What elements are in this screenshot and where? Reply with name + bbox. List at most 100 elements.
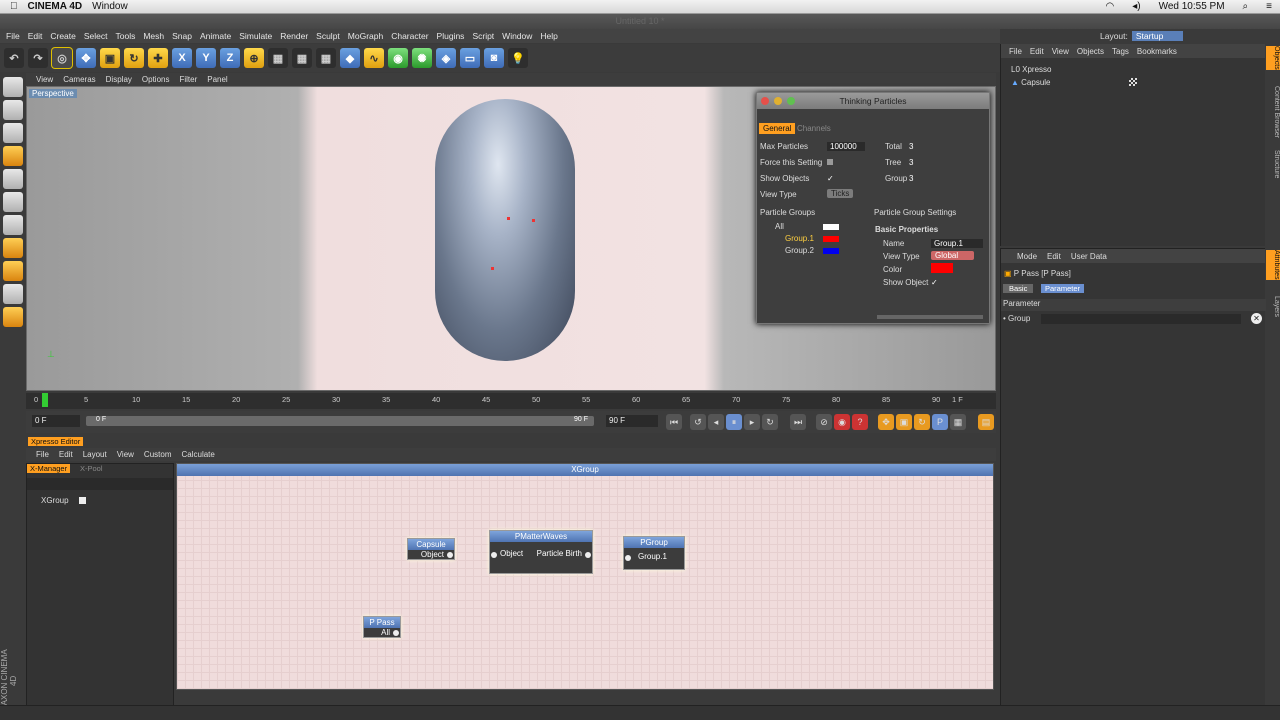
redo-icon[interactable]: ↷ xyxy=(28,48,48,68)
color-swatch[interactable] xyxy=(931,263,953,273)
minimize-icon[interactable] xyxy=(774,97,782,105)
group-1[interactable]: Group.1 xyxy=(785,234,814,243)
tab-layers[interactable]: Layers xyxy=(1266,296,1280,317)
start-frame-field[interactable]: 0 F xyxy=(32,415,80,427)
tab-x-manager[interactable]: X-Manager xyxy=(27,464,71,473)
window-menu[interactable]: Window xyxy=(92,1,128,12)
pool-item-xgroup[interactable]: XGroup xyxy=(41,496,69,505)
menu-select[interactable]: Select xyxy=(84,31,108,41)
max-particles-field[interactable]: 100000 xyxy=(827,142,865,151)
xp-menu-custom[interactable]: Custom xyxy=(144,450,172,459)
playhead[interactable] xyxy=(42,393,48,407)
menu-file[interactable]: File xyxy=(6,31,20,41)
list-icon[interactable]: ≡ xyxy=(1266,1,1272,12)
range-slider[interactable]: 0 F 90 F xyxy=(86,416,594,426)
clock[interactable]: Wed 10:55 PM xyxy=(1159,1,1225,12)
spline-icon[interactable]: ∿ xyxy=(364,48,384,68)
edges-mode-icon[interactable] xyxy=(3,192,23,212)
force-setting-checkbox[interactable] xyxy=(827,159,833,165)
group-link-field[interactable] xyxy=(1041,314,1241,324)
group-2[interactable]: Group.2 xyxy=(785,246,814,255)
parameter-key-icon[interactable]: P xyxy=(932,414,948,430)
xp-menu-view[interactable]: View xyxy=(117,450,134,459)
om-menu-file[interactable]: File xyxy=(1009,47,1022,56)
xp-menu-edit[interactable]: Edit xyxy=(59,450,73,459)
menu-tools[interactable]: Tools xyxy=(116,31,136,41)
polygons-mode-icon[interactable] xyxy=(3,215,23,235)
workplane-icon[interactable] xyxy=(3,146,23,166)
next-frame-icon[interactable]: ▸ xyxy=(744,414,760,430)
snapping-icon[interactable] xyxy=(3,284,23,304)
cube-icon[interactable]: ◆ xyxy=(340,48,360,68)
array-icon[interactable]: ✺ xyxy=(412,48,432,68)
menu-snap[interactable]: Snap xyxy=(172,31,192,41)
x-axis-icon[interactable]: X xyxy=(172,48,192,68)
node-capsule[interactable]: Capsule Object xyxy=(407,538,455,560)
pool-search-field[interactable] xyxy=(27,478,173,490)
menu-mograph[interactable]: MoGraph xyxy=(348,31,383,41)
undo-icon[interactable]: ↶ xyxy=(4,48,24,68)
tab-structure[interactable]: Structure xyxy=(1266,150,1280,178)
point-level-icon[interactable]: ▦ xyxy=(950,414,966,430)
timeline-icon[interactable]: ▤ xyxy=(978,414,994,430)
next-key-icon[interactable]: ↻ xyxy=(762,414,778,430)
attr-menu-edit[interactable]: Edit xyxy=(1047,252,1061,261)
position-key-icon[interactable]: ✥ xyxy=(878,414,894,430)
apple-icon[interactable]:  xyxy=(10,1,18,12)
tab-general[interactable]: General xyxy=(759,123,796,134)
object-row-xpresso[interactable]: L0 Xpresso xyxy=(1011,65,1051,74)
xp-menu-calculate[interactable]: Calculate xyxy=(181,450,214,459)
node-ppass[interactable]: P Pass All xyxy=(363,616,401,638)
node-pgroup[interactable]: PGroup Group.1 xyxy=(623,536,685,570)
rotate-icon[interactable]: ↻ xyxy=(124,48,144,68)
wifi-icon[interactable]: ◠ xyxy=(1105,1,1114,12)
floor-icon[interactable]: ▭ xyxy=(460,48,480,68)
tab-channels[interactable]: Channels xyxy=(793,123,835,134)
search-icon[interactable]: ⌕ xyxy=(1243,1,1249,12)
tab-parameter[interactable]: Parameter xyxy=(1041,284,1085,293)
vp-menu-cameras[interactable]: Cameras xyxy=(63,75,95,84)
view-type-dropdown[interactable]: Ticks xyxy=(827,189,854,198)
timeline-ruler[interactable]: 0 5 10 15 20 25 30 35 40 45 50 55 60 65 … xyxy=(26,393,996,409)
node-pmatterwaves[interactable]: PMatterWaves Object Particle Birth xyxy=(489,530,593,574)
om-menu-bookmarks[interactable]: Bookmarks xyxy=(1137,47,1177,56)
om-menu-edit[interactable]: Edit xyxy=(1030,47,1044,56)
deformer-icon[interactable]: ◈ xyxy=(436,48,456,68)
output-port[interactable] xyxy=(393,630,399,636)
om-menu-view[interactable]: View xyxy=(1052,47,1069,56)
vp-menu-display[interactable]: Display xyxy=(106,75,132,84)
pool-item-checkbox[interactable] xyxy=(79,497,86,504)
tab-content-browser[interactable]: Content Browser xyxy=(1266,86,1280,138)
menu-mesh[interactable]: Mesh xyxy=(143,31,164,41)
end-frame-field[interactable]: 90 F xyxy=(606,415,658,427)
dialog-titlebar[interactable]: Thinking Particles xyxy=(757,93,989,109)
tweak-mode-icon[interactable] xyxy=(3,261,23,281)
texture-tag-icon[interactable] xyxy=(1129,78,1137,86)
vp-menu-panel[interactable]: Panel xyxy=(207,75,227,84)
nurbs-icon[interactable]: ◉ xyxy=(388,48,408,68)
render-view-icon[interactable]: ▦ xyxy=(268,48,288,68)
input-port[interactable] xyxy=(625,555,631,561)
app-menu[interactable]: CINEMA 4D xyxy=(28,1,83,12)
horizontal-scrollbar[interactable] xyxy=(877,315,983,319)
menu-edit[interactable]: Edit xyxy=(28,31,43,41)
coordinate-system-icon[interactable]: ⊕ xyxy=(244,48,264,68)
layout-dropdown[interactable]: Startup xyxy=(1131,31,1184,41)
vp-menu-filter[interactable]: Filter xyxy=(179,75,197,84)
previous-frame-icon[interactable]: ◂ xyxy=(708,414,724,430)
points-mode-icon[interactable] xyxy=(3,169,23,189)
menu-help[interactable]: Help xyxy=(540,31,557,41)
xpresso-tag-icon[interactable] xyxy=(1117,65,1131,73)
render-settings-icon[interactable]: ▦ xyxy=(316,48,336,68)
group-all[interactable]: All xyxy=(775,222,784,231)
menu-script[interactable]: Script xyxy=(472,31,494,41)
go-to-end-icon[interactable]: ⏭ xyxy=(790,414,806,430)
zoom-icon[interactable] xyxy=(787,97,795,105)
rotation-key-icon[interactable]: ↻ xyxy=(914,414,930,430)
axis-mode-icon[interactable] xyxy=(3,238,23,258)
record-keys-icon[interactable]: ⊘ xyxy=(816,414,832,430)
object-row-capsule[interactable]: ▲ Capsule xyxy=(1011,78,1051,87)
scale-key-icon[interactable]: ▣ xyxy=(896,414,912,430)
z-axis-icon[interactable]: Z xyxy=(220,48,240,68)
menu-simulate[interactable]: Simulate xyxy=(239,31,272,41)
